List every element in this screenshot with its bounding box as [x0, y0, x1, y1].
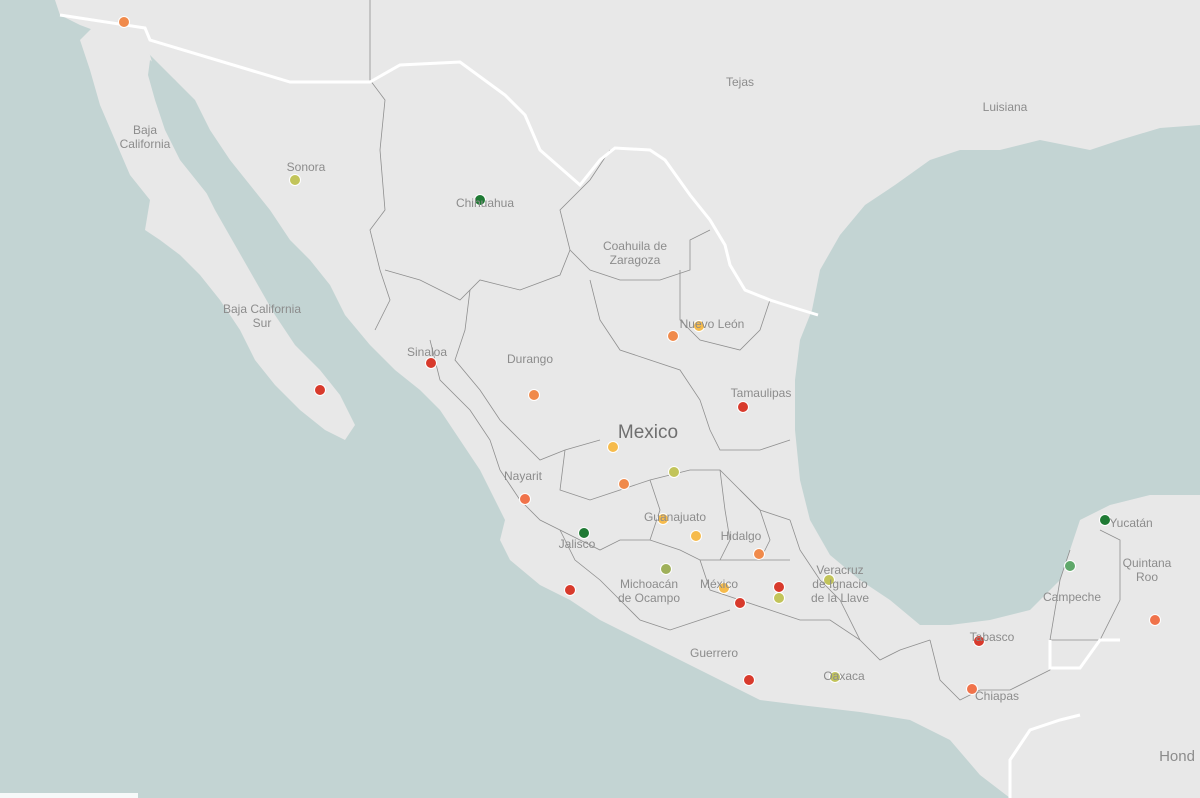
point-nuevo-leon[interactable] [693, 320, 705, 332]
point-aguascalientes[interactable] [618, 478, 630, 490]
point-chiapas[interactable] [966, 683, 978, 695]
point-baja-california[interactable] [118, 16, 130, 28]
point-hidalgo[interactable] [753, 548, 765, 560]
map-canvas[interactable] [0, 0, 1200, 798]
point-coahuila[interactable] [667, 330, 679, 342]
point-veracruz[interactable] [823, 574, 835, 586]
point-baja-california-sur[interactable] [314, 384, 326, 396]
point-sonora[interactable] [289, 174, 301, 186]
point-queretaro[interactable] [690, 530, 702, 542]
point-michoacan[interactable] [660, 563, 672, 575]
point-campeche[interactable] [1064, 560, 1076, 572]
point-chihuahua[interactable] [474, 194, 486, 206]
point-quintana-roo[interactable] [1149, 614, 1161, 626]
point-yucatan[interactable] [1099, 514, 1111, 526]
point-puebla[interactable] [773, 592, 785, 604]
point-guanajuato[interactable] [657, 513, 669, 525]
point-zacatecas[interactable] [607, 441, 619, 453]
point-puebla-north[interactable] [773, 581, 785, 593]
point-morelos[interactable] [734, 597, 746, 609]
point-oaxaca[interactable] [829, 671, 841, 683]
point-tamaulipas[interactable] [737, 401, 749, 413]
point-mexico-state[interactable] [718, 582, 730, 594]
point-sinaloa[interactable] [425, 357, 437, 369]
land-layer [55, 0, 1200, 798]
point-guerrero[interactable] [743, 674, 755, 686]
point-san-luis-potosi[interactable] [668, 466, 680, 478]
map-attribution [0, 793, 138, 798]
point-colima[interactable] [564, 584, 576, 596]
map[interactable]: Baja California Sonora Chihuahua Tejas L… [0, 0, 1200, 798]
point-jalisco[interactable] [578, 527, 590, 539]
point-tabasco[interactable] [973, 635, 985, 647]
land-mainland [55, 0, 1200, 798]
point-durango[interactable] [528, 389, 540, 401]
point-nayarit[interactable] [519, 493, 531, 505]
